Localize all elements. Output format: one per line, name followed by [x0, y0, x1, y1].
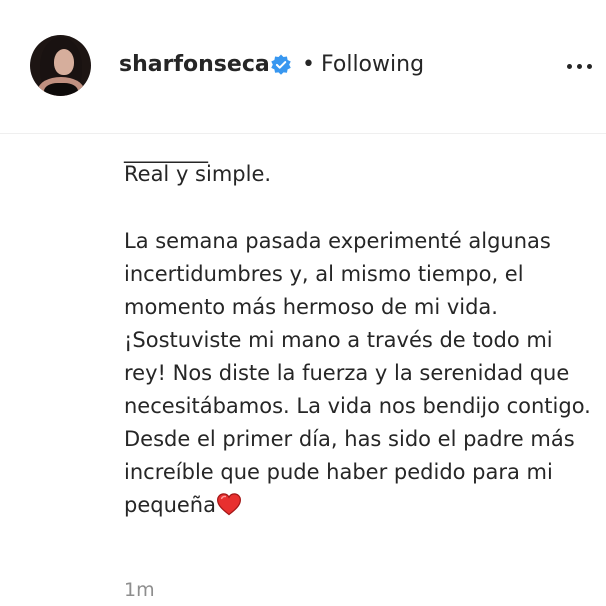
caption-line: Real y simple.	[124, 162, 272, 186]
caption-body: La semana pasada experimenté algunas inc…	[124, 225, 594, 522]
following-button[interactable]: Following	[321, 51, 424, 79]
verified-badge-icon	[271, 54, 291, 75]
username-link[interactable]: sharfonseca	[119, 51, 270, 79]
caption-body-text: La semana pasada experimenté algunas inc…	[124, 229, 591, 517]
post-header: sharfonseca • Following	[0, 0, 606, 134]
more-options-icon[interactable]	[565, 58, 593, 76]
avatar-top	[44, 83, 78, 96]
separator-dot: •	[302, 52, 315, 77]
avatar[interactable]	[30, 35, 91, 96]
post-timestamp[interactable]: 1m	[124, 578, 155, 602]
red-heart-icon	[217, 493, 241, 516]
avatar-face	[54, 49, 74, 75]
